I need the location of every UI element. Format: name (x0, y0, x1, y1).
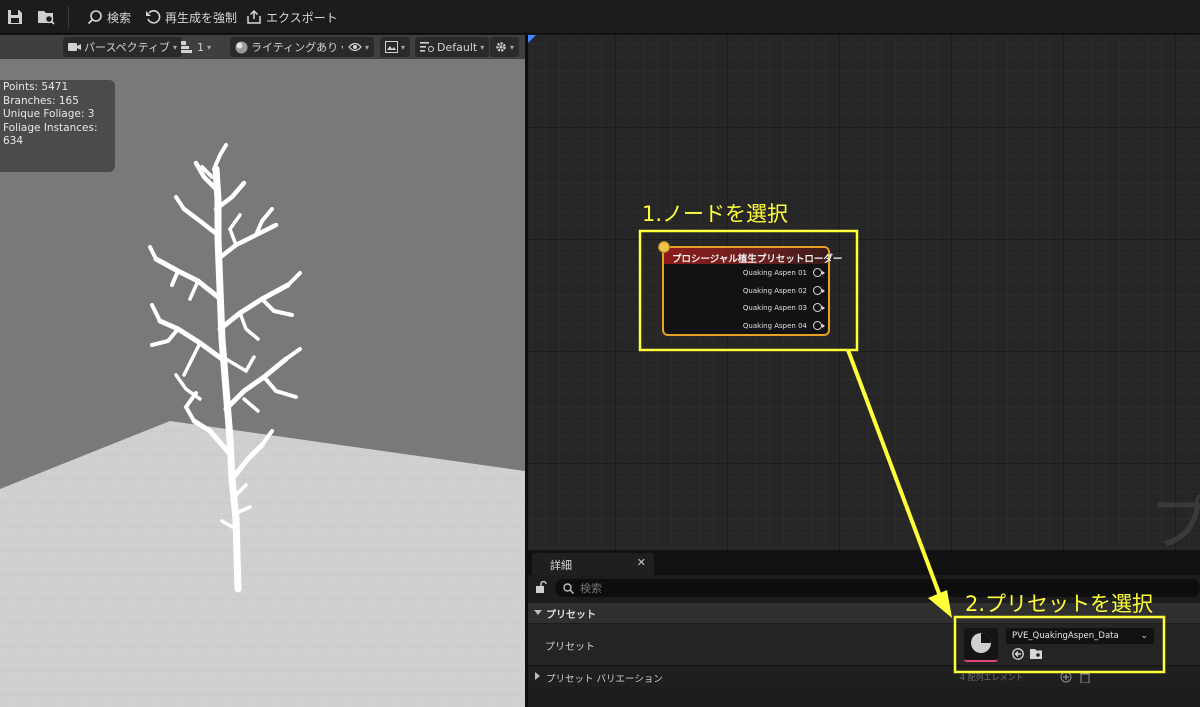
chevron-down-icon: ▾ (365, 42, 370, 52)
image-icon (385, 41, 398, 53)
tab-details-label: 詳細 (550, 559, 572, 572)
output-pin-label: Quaking Aspen 04 (742, 321, 807, 330)
profile-list-icon (420, 42, 434, 52)
chevron-down-icon: ⌄ (1140, 631, 1148, 641)
node-graph-canvas[interactable]: プ プロシージャル植生プリセットローダー Quaking Aspen 01 Qu… (528, 35, 1200, 550)
node-title: プロシージャル植生プリセットローダー (664, 248, 842, 265)
chevron-down-icon: ▾ (510, 42, 515, 52)
export-label: エクスポート (266, 10, 338, 25)
preset-asset-value: PVE_QuakingAspen_Data (1012, 631, 1119, 641)
output-pin-label: Quaking Aspen 02 (742, 286, 807, 295)
output-pin[interactable]: Quaking Aspen 02 (742, 286, 825, 295)
search-button-label: 検索 (107, 10, 132, 25)
pin-connector-icon[interactable] (813, 321, 825, 330)
export-button[interactable]: エクスポート (246, 0, 338, 34)
add-element-icon[interactable] (1060, 671, 1072, 683)
stat-foliage-instances: Foliage Instances: 634 (3, 121, 98, 148)
lit-sphere-icon (235, 41, 248, 53)
lighting-mode-dropdown[interactable]: ライティングあり ▾ (230, 37, 351, 57)
stat-branches: Branches: 165 (3, 94, 79, 107)
camera-icon (68, 43, 81, 51)
property-label: プリセット (545, 642, 595, 653)
graph-corner-marker (528, 35, 536, 43)
preview-viewport[interactable]: パースペクティブ ▾ 1 ▾ ライティングあり ▾ ▾ ▾ Default ▾ (0, 35, 525, 707)
details-panel: 詳細 ✕ プリセット プリセット PVE_QuakingAspen_Data ⌄… (528, 550, 1200, 707)
eye-icon (348, 42, 362, 52)
view-mode-dropdown[interactable]: パースペクティブ ▾ (63, 37, 183, 57)
node-status-dot (658, 241, 670, 253)
pie-asset-icon (971, 633, 991, 653)
chevron-down-icon: ▾ (207, 42, 212, 52)
lod-value: 1 (197, 40, 204, 54)
search-icon (87, 10, 102, 25)
profile-label: Default (437, 40, 478, 54)
array-element-count: 4 配列エレメント (960, 673, 1024, 682)
profile-dropdown[interactable]: Default ▾ (415, 37, 490, 57)
gear-icon (496, 42, 506, 52)
screenshot-dropdown[interactable]: ▾ (380, 37, 411, 57)
use-selected-arrow-icon[interactable] (1012, 648, 1024, 660)
preset-asset-combo[interactable]: PVE_QuakingAspen_Data ⌄ (1006, 628, 1154, 644)
pin-connector-icon[interactable] (813, 286, 825, 295)
lighting-mode-label: ライティングあり (251, 41, 339, 54)
chevron-down-icon: ▾ (401, 42, 406, 52)
property-row-preset: プリセット PVE_QuakingAspen_Data ⌄ (528, 624, 1200, 666)
stat-points: Points: 5471 (3, 81, 69, 93)
pin-connector-icon[interactable] (813, 303, 825, 312)
search-icon (563, 582, 574, 594)
force-regenerate-label: 再生成を強制 (165, 10, 238, 25)
viewport-toolbar: パースペクティブ ▾ 1 ▾ ライティングあり ▾ ▾ ▾ Default ▾ (0, 35, 525, 59)
export-icon (247, 9, 261, 24)
trash-icon[interactable] (1080, 671, 1090, 683)
viewport-settings-dropdown[interactable]: ▾ (490, 37, 520, 57)
force-regenerate-button[interactable]: 再生成を強制 (145, 0, 237, 34)
annotation-step-2: 2.プリセットを選択 (965, 592, 1154, 616)
browse-folder-icon[interactable] (37, 8, 55, 26)
stat-unique-foliage: Unique Foliage: 3 (3, 108, 95, 120)
lod-bars-icon (181, 41, 192, 53)
output-pin-label: Quaking Aspen 01 (742, 268, 807, 277)
output-pin[interactable]: Quaking Aspen 03 (742, 303, 825, 312)
collapse-arrow-icon (535, 672, 540, 680)
main-toolbar: 検索 再生成を強制 エクスポート (0, 0, 1200, 34)
output-pin[interactable]: Quaking Aspen 01 (742, 268, 825, 277)
pin-connector-icon[interactable] (813, 268, 825, 277)
chevron-down-icon: ▾ (480, 42, 485, 52)
search-button[interactable]: 検索 (87, 0, 131, 34)
view-mode-label: パースペクティブ (84, 41, 171, 54)
output-pin-label: Quaking Aspen 03 (742, 303, 807, 312)
property-label: プリセット バリエーション (546, 674, 663, 685)
property-row-preset-variation[interactable]: プリセット バリエーション 4 配列エレメント (528, 667, 1200, 687)
asset-thumbnail[interactable] (964, 628, 998, 662)
unlock-icon[interactable] (535, 581, 547, 593)
category-label: プリセット (546, 610, 596, 621)
tab-details[interactable]: 詳細 ✕ (532, 553, 654, 575)
show-flags-dropdown[interactable]: ▾ (343, 37, 375, 57)
expand-arrow-icon (534, 610, 542, 615)
browse-asset-icon[interactable] (1030, 648, 1043, 660)
close-icon[interactable]: ✕ (637, 556, 646, 569)
output-pin[interactable]: Quaking Aspen 04 (742, 321, 825, 330)
undo-arrow-icon (146, 10, 161, 24)
preset-loader-node[interactable]: プロシージャル植生プリセットローダー Quaking Aspen 01 Quak… (658, 241, 842, 336)
annotation-step-1: 1.ノードを選択 (642, 202, 789, 226)
save-icon[interactable] (6, 8, 24, 26)
stats-overlay: Points: 5471 Branches: 165 Unique Foliag… (0, 80, 115, 172)
lod-dropdown[interactable]: 1 ▾ (176, 37, 216, 57)
graph-watermark: プ (1150, 489, 1200, 550)
details-tab-bar: 詳細 ✕ (528, 550, 1200, 575)
